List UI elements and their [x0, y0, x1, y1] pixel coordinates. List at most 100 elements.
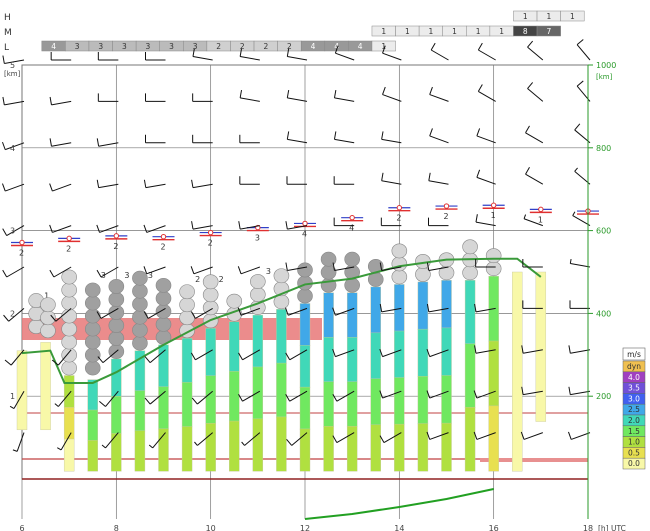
marker-dot [490, 202, 497, 208]
thermal-segment [63, 407, 75, 440]
cloud-cover-value: 2 [263, 42, 268, 51]
thermal-segment [394, 423, 405, 472]
cloud-cover-value: 1 [452, 27, 457, 36]
wind-barb-flag [190, 266, 195, 275]
wind-barb-shaft [570, 349, 591, 354]
thermal-segment [417, 423, 429, 472]
x-tick-label: 10 [206, 524, 216, 531]
cloud-puff [108, 279, 125, 294]
cloud-cover-value: 3 [98, 42, 103, 51]
y-right-tick-label: 800 [596, 144, 611, 153]
y-left-tick-label: 3 [10, 227, 15, 236]
cloud-puff [61, 295, 77, 311]
thermal-segment [323, 292, 334, 338]
thermal-segment [417, 376, 429, 425]
wind-barb-shaft [146, 225, 166, 233]
cloud-cover-value: 3 [75, 42, 80, 51]
thermal-segment [346, 426, 358, 472]
wind-barb-shaft [428, 180, 449, 185]
wind-barb-shaft [193, 266, 213, 275]
cloud-puff [84, 360, 101, 376]
x-tick-label: 12 [300, 524, 310, 531]
wind-barb-shaft [478, 90, 496, 102]
thermal-segment [63, 375, 75, 408]
thermal-segment [229, 371, 240, 422]
marker-label: 1 [538, 215, 543, 224]
wind-barb-flag [191, 221, 194, 230]
wind-barb-shaft [382, 52, 402, 61]
wind-barb-shaft [572, 215, 591, 227]
cloud-puff [61, 360, 77, 376]
thermal-segment [252, 314, 264, 368]
marker-dot [207, 229, 214, 236]
wind-barb-shaft [523, 432, 544, 440]
cloud-puff [61, 282, 77, 298]
cloud-cover-value: 1 [381, 27, 386, 36]
wind-barb-flag [286, 131, 290, 140]
wind-barb-shaft [192, 225, 213, 230]
cloud-puff [132, 335, 148, 351]
wind-barb-flag [476, 169, 481, 178]
wind-barb-flag [286, 89, 290, 99]
y-left-tick-label: 4 [10, 144, 15, 153]
x-tick-label: 14 [394, 524, 404, 531]
thermal-segment [63, 438, 75, 472]
legend-label: 3.5 [628, 384, 640, 393]
thermal-segment [464, 343, 476, 408]
wind-barb-flag [569, 259, 572, 264]
wind-barb-flag [12, 449, 18, 452]
wind-barb-flag [239, 89, 243, 99]
y-left-unit: [km] [4, 70, 21, 78]
thermal-segment [323, 381, 334, 427]
marker-dot [19, 239, 25, 246]
wind-barb-flag [143, 224, 148, 233]
cloud-puff [84, 295, 101, 311]
cloud-puff [61, 269, 77, 285]
thermal-segment [370, 286, 381, 334]
wind-barb-shaft [525, 173, 544, 185]
cloud-cover-rows: H 1 1 1M 1 1 1 1 1 1 8 7L 4 3 3 3 3 3 3 2 2 2 2 4 4 4 1 [4, 10, 585, 53]
wind-barb-flag [96, 224, 101, 233]
wind-barb-shaft [476, 176, 496, 185]
wind-barb-shaft [16, 432, 25, 452]
cloud-puff [297, 262, 313, 278]
marker-dot [160, 234, 167, 240]
wind-barb-flag [574, 123, 581, 131]
cumulus-columns: 1333223 [28, 239, 502, 376]
thermal-segment [299, 303, 311, 346]
wind-barb-flag [9, 405, 15, 409]
cloud-puff [40, 323, 56, 339]
wind-barb-shaft [98, 142, 119, 147]
wind-barb-flag [477, 84, 483, 92]
cloud-cover-value: 2 [240, 42, 245, 51]
legend-label: 4.0 [628, 373, 640, 382]
wind-barb-flag [99, 400, 106, 407]
cloud-puff [84, 308, 101, 324]
marker-label: 2 [161, 243, 166, 252]
wind-barb-flag [2, 55, 5, 64]
marker-label: 2 [208, 239, 213, 248]
wind-barb-shaft [525, 132, 544, 144]
wind-barb-flag [429, 128, 433, 137]
marker-label: 2 [66, 244, 71, 253]
legend-label: 0.0 [628, 459, 640, 468]
wind-barb-shaft [429, 94, 449, 102]
cloud-puff [273, 268, 290, 284]
cloud-puff [132, 296, 148, 312]
wind-barb-flag [523, 214, 527, 219]
thermal-segment [370, 378, 381, 426]
cloud-cover-value: 1 [499, 27, 504, 36]
wind-barb-flag [49, 269, 55, 278]
cloud-puff [179, 297, 195, 313]
cloud-puff [485, 248, 502, 264]
cloud-puff [61, 334, 77, 350]
thermal-segment [111, 358, 122, 397]
wind-barb-flag [49, 224, 53, 233]
cloud-puff [61, 308, 77, 324]
thermal-segment [346, 381, 358, 427]
wind-barb-flag [3, 314, 10, 322]
thermal-segment [346, 292, 358, 338]
cloud-level-label: 2 [195, 275, 200, 284]
cloud-puff [462, 239, 478, 255]
cloud-puff [344, 251, 360, 267]
